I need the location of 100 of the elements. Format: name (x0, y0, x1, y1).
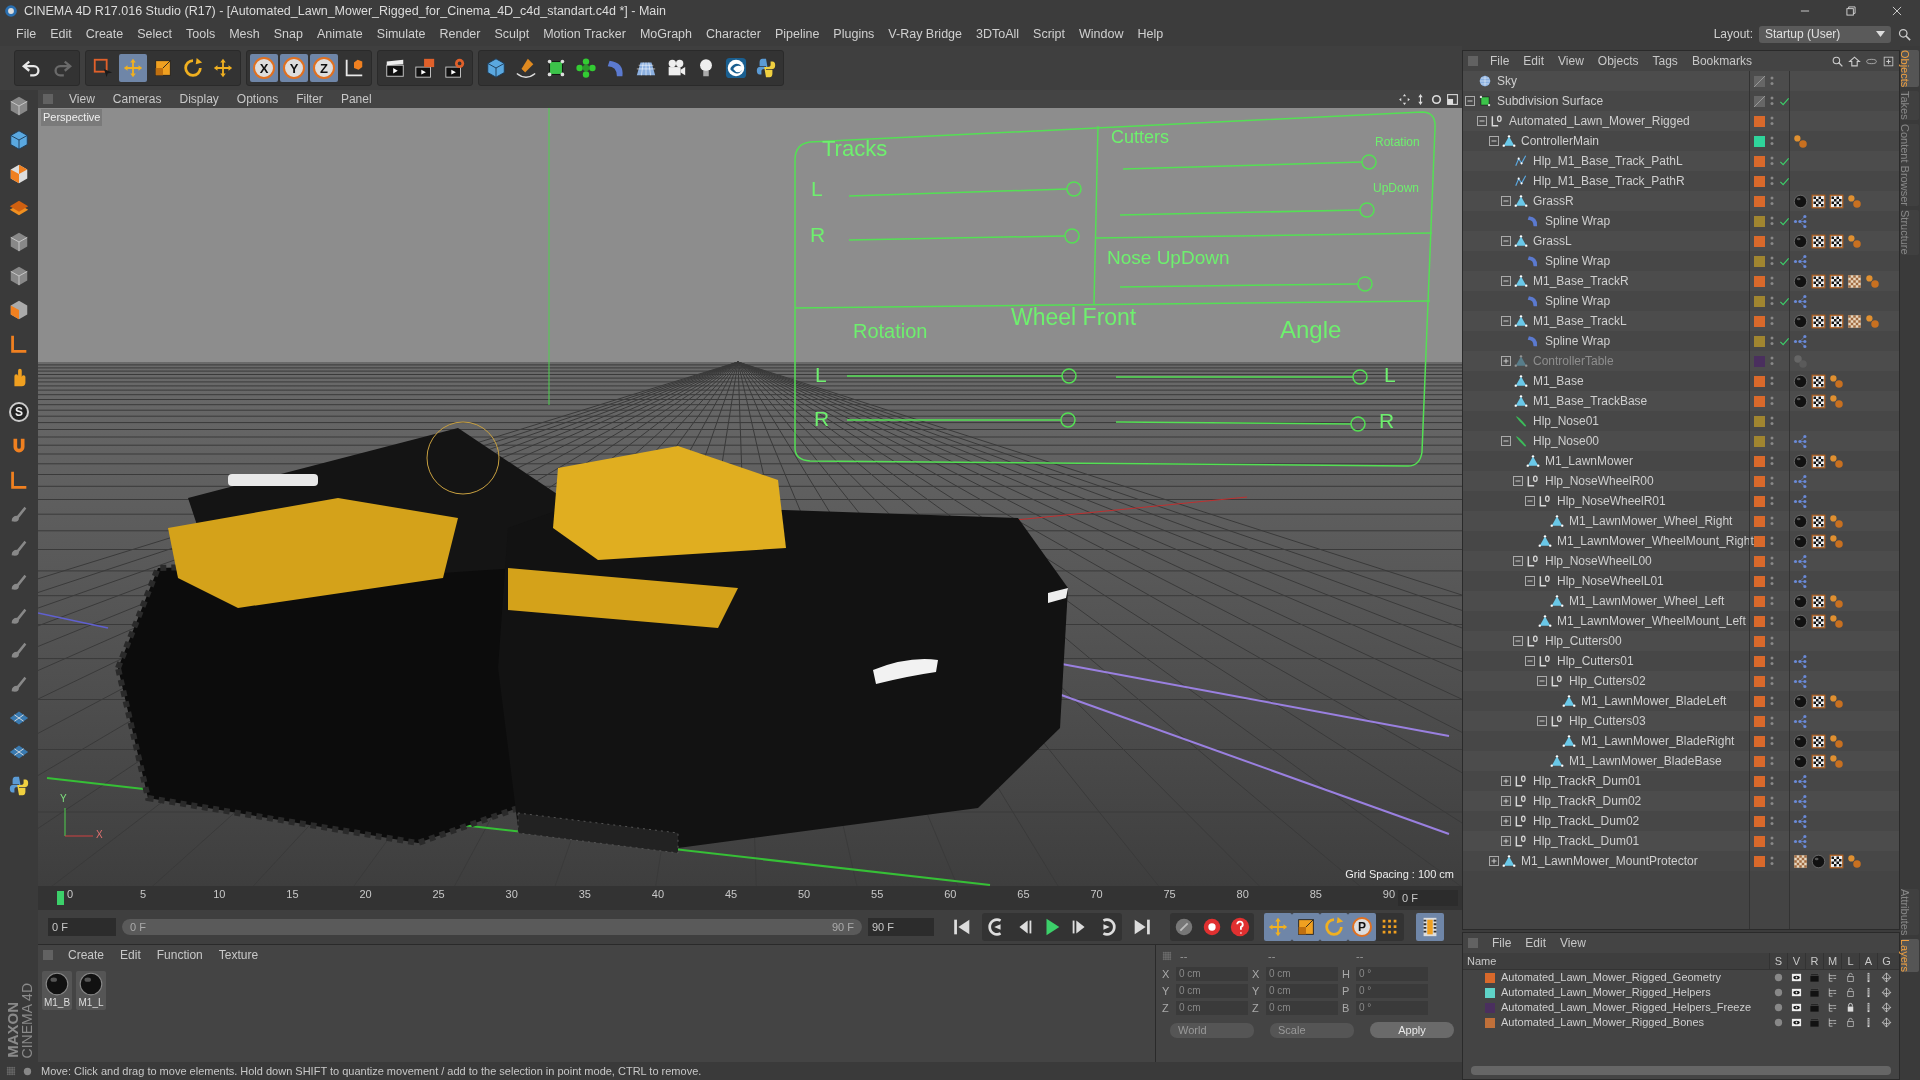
object-row[interactable]: Automated_Lawn_Mower_Rigged (1463, 111, 1899, 131)
object-name[interactable]: Hlp_NoseWheelR01 (1557, 492, 1666, 510)
object-name[interactable]: M1_LawnMower_WheelMount_Left (1557, 612, 1746, 630)
object-name[interactable]: Hlp_NoseWheelR00 (1545, 472, 1654, 490)
end-frame-field[interactable]: 90 F (868, 918, 934, 936)
material-menu-item[interactable]: Function (148, 946, 211, 964)
menu-item[interactable]: File (9, 24, 44, 44)
object-name[interactable]: Hlp_Nose00 (1533, 432, 1600, 450)
coordinate-field[interactable]: 0 ° (1356, 967, 1428, 981)
menu-item[interactable]: Edit (43, 24, 79, 44)
object-row[interactable]: Sky (1463, 71, 1899, 91)
object-name[interactable]: M1_Base (1533, 372, 1584, 390)
object-row[interactable]: M1_Base_TrackBase (1463, 391, 1899, 411)
object-name[interactable]: Hlp_Cutters02 (1569, 672, 1646, 690)
key-parameter-button[interactable]: P (1352, 917, 1372, 937)
layer-name[interactable]: Automated_Lawn_Mower_Rigged_Helpers (1501, 984, 1711, 1001)
material-menu-item[interactable]: Edit (112, 946, 149, 964)
menu-item[interactable]: V-Ray Bridge (881, 24, 969, 44)
menu-item[interactable]: MoGraph (632, 24, 699, 44)
object-name[interactable]: M1_Base_TrackBase (1533, 392, 1648, 410)
menu-item[interactable]: Select (130, 24, 179, 44)
object-name[interactable]: Hlp_Nose01 (1533, 412, 1600, 430)
object-name[interactable]: GrassR (1533, 192, 1574, 210)
object-name[interactable]: ControllerMain (1521, 132, 1600, 150)
menu-item[interactable]: Animate (309, 24, 370, 44)
object-name[interactable]: M1_LawnMower_MountProtector (1521, 852, 1698, 870)
viewport-menu-item[interactable]: Filter (287, 90, 332, 108)
object-row[interactable]: M1_LawnMower_BladeBase (1463, 751, 1899, 771)
object-name[interactable]: M1_LawnMower_BladeRight (1581, 732, 1735, 750)
object-menu-item[interactable]: Tags (1645, 52, 1685, 70)
coordinate-field[interactable]: 0 ° (1356, 984, 1428, 998)
viewport-menu-item[interactable]: Options (227, 90, 288, 108)
object-name[interactable]: M1_LawnMower_WheelMount_Right (1557, 532, 1754, 550)
object-name[interactable]: Spline Wrap (1545, 252, 1611, 270)
layer-name[interactable]: Automated_Lawn_Mower_Rigged_Bones (1501, 1014, 1705, 1031)
object-name[interactable]: M1_LawnMower (1545, 452, 1634, 470)
object-name[interactable]: Hlp_NoseWheelL00 (1545, 552, 1652, 570)
object-name[interactable]: M1_LawnMower_Wheel_Right (1569, 512, 1733, 530)
object-row[interactable]: Hlp_Cutters00 (1463, 631, 1899, 651)
menu-item[interactable]: Snap (266, 24, 310, 44)
object-row[interactable]: M1_Base_TrackR (1463, 271, 1899, 291)
object-name[interactable]: M1_Base_TrackL (1533, 312, 1627, 330)
object-menu-item[interactable]: Bookmarks (1684, 52, 1759, 70)
coordinate-field[interactable]: 0 cm (1176, 967, 1248, 981)
viewport-menu-item[interactable]: Cameras (103, 90, 171, 108)
object-name[interactable]: Spline Wrap (1545, 212, 1611, 230)
object-row[interactable]: Hlp_NoseWheelL00 (1463, 551, 1899, 571)
start-frame-field[interactable]: 0 F (48, 918, 116, 936)
layout-dropdown[interactable]: Startup (User) (1759, 25, 1891, 43)
coordinate-field[interactable]: 0 cm (1266, 967, 1338, 981)
object-row[interactable]: Hlp_Cutters02 (1463, 671, 1899, 691)
layer-name[interactable]: Automated_Lawn_Mower_Rigged_Geometry (1501, 969, 1722, 986)
layer-name[interactable]: Automated_Lawn_Mower_Rigged_Helpers_Freeze (1501, 999, 1752, 1016)
current-frame-field[interactable]: 0 F (1398, 890, 1458, 906)
menu-item[interactable]: Character (699, 24, 768, 44)
object-row[interactable]: Hlp_TrackR_Dum02 (1463, 791, 1899, 811)
side-tab[interactable]: Layers (1901, 939, 1919, 973)
object-name[interactable]: Automated_Lawn_Mower_Rigged (1509, 112, 1690, 130)
layer-menu-item[interactable]: Edit (1518, 934, 1554, 952)
object-name[interactable]: Sky (1497, 72, 1517, 90)
object-row[interactable]: M1_Base_TrackL (1463, 311, 1899, 331)
menu-item[interactable]: Motion Tracker (536, 24, 633, 44)
object-menu-item[interactable]: Objects (1590, 52, 1646, 70)
layer-menu-item[interactable]: View (1553, 934, 1593, 952)
menu-item[interactable]: 3DToAll (969, 24, 1027, 44)
object-name[interactable]: Hlp_TrackL_Dum02 (1533, 812, 1640, 830)
object-name[interactable]: Hlp_TrackR_Dum01 (1533, 772, 1642, 790)
coordinate-field[interactable]: 0 cm (1266, 984, 1338, 998)
object-name[interactable]: Hlp_M1_Base_Track_PathR (1533, 172, 1685, 190)
object-name[interactable]: M1_LawnMower_Wheel_Left (1569, 592, 1725, 610)
menu-item[interactable]: Create (78, 24, 131, 44)
frame-range-slider[interactable]: 0 F 90 F (122, 919, 862, 935)
axis-lock-button[interactable]: Y (283, 57, 305, 79)
menu-item[interactable]: Tools (179, 24, 223, 44)
coordinate-field[interactable]: 0 cm (1266, 1001, 1338, 1015)
menu-item[interactable]: Simulate (369, 24, 433, 44)
coordinate-field[interactable]: 0 cm (1176, 1001, 1248, 1015)
material-swatch[interactable]: M1_B (42, 971, 72, 1010)
object-name[interactable]: Spline Wrap (1545, 292, 1611, 310)
object-name[interactable]: Spline Wrap (1545, 332, 1611, 350)
viewport-menu-item[interactable]: Panel (331, 90, 381, 108)
object-name[interactable]: Subdivision Surface (1497, 92, 1604, 110)
object-name[interactable]: GrassL (1533, 232, 1572, 250)
object-name[interactable]: M1_LawnMower_BladeLeft (1581, 692, 1727, 710)
menu-item[interactable]: Mesh (222, 24, 267, 44)
object-name[interactable]: Hlp_Cutters03 (1569, 712, 1646, 730)
side-tab[interactable]: Objects (1901, 50, 1919, 88)
object-name[interactable]: Hlp_M1_Base_Track_PathL (1533, 152, 1683, 170)
object-name[interactable]: Hlp_Cutters00 (1545, 632, 1622, 650)
menu-item[interactable]: Pipeline (767, 24, 827, 44)
object-name[interactable]: M1_LawnMower_BladeBase (1569, 752, 1722, 770)
object-name[interactable]: Hlp_Cutters01 (1557, 652, 1634, 670)
object-row[interactable]: Hlp_Nose00 (1463, 431, 1899, 451)
object-row[interactable]: GrassL (1463, 231, 1899, 251)
coordinate-field[interactable]: 0 ° (1356, 1001, 1428, 1015)
object-name[interactable]: M1_Base_TrackR (1533, 272, 1629, 290)
object-row[interactable]: Hlp_Cutters03 (1463, 711, 1899, 731)
object-name[interactable]: Hlp_TrackR_Dum02 (1533, 792, 1642, 810)
coordinate-field[interactable]: 0 cm (1176, 984, 1248, 998)
axis-lock-button[interactable]: Z (313, 57, 335, 79)
